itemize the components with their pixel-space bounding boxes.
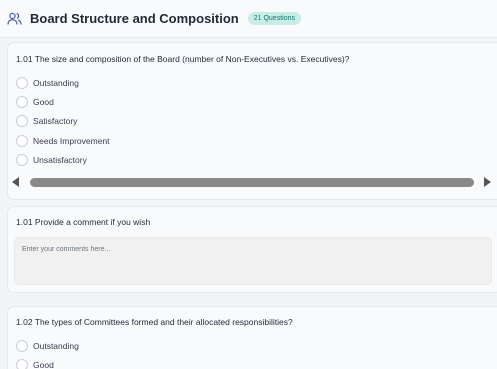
question-title: 1.02 The types of Committees formed and … bbox=[16, 317, 293, 327]
rating-option-outstanding[interactable]: Outstanding bbox=[16, 339, 79, 353]
comment-textarea[interactable]: Enter your comments here... bbox=[14, 237, 492, 285]
option-label: Needs Improvement bbox=[33, 136, 110, 146]
option-label: Outstanding bbox=[33, 78, 79, 88]
radio-button[interactable] bbox=[16, 340, 28, 352]
users-icon bbox=[7, 11, 23, 27]
scroll-right-arrow-icon[interactable] bbox=[484, 177, 491, 187]
option-label: Good bbox=[33, 97, 54, 107]
comment-card: 1.01 Provide a comment if you wish Enter… bbox=[7, 206, 497, 293]
section-header: Board Structure and Composition 21 Quest… bbox=[0, 0, 497, 38]
question-card: 1.01 The size and composition of the Boa… bbox=[7, 42, 497, 200]
question-count-badge: 21 Questions bbox=[247, 12, 301, 25]
radio-button[interactable] bbox=[16, 115, 28, 127]
option-label: Good bbox=[33, 360, 54, 369]
rating-option-good[interactable]: Good bbox=[16, 95, 54, 109]
rating-option-outstanding[interactable]: Outstanding bbox=[16, 76, 79, 90]
rating-option-unsatisfactory[interactable]: Unsatisfactory bbox=[16, 153, 87, 167]
rating-option-good[interactable]: Good bbox=[16, 358, 54, 369]
comment-title: 1.01 Provide a comment if you wish bbox=[16, 217, 151, 227]
radio-button[interactable] bbox=[16, 77, 28, 89]
radio-button[interactable] bbox=[16, 359, 28, 369]
radio-button[interactable] bbox=[16, 135, 28, 147]
option-label: Outstanding bbox=[33, 341, 79, 351]
question-title: 1.01 The size and composition of the Boa… bbox=[16, 54, 350, 64]
section-title: Board Structure and Composition bbox=[30, 11, 239, 26]
option-label: Satisfactory bbox=[33, 116, 78, 126]
horizontal-scrollbar-thumb[interactable] bbox=[30, 178, 474, 187]
option-label: Unsatisfactory bbox=[33, 155, 87, 165]
radio-button[interactable] bbox=[16, 96, 28, 108]
rating-option-satisfactory[interactable]: Satisfactory bbox=[16, 114, 77, 128]
scroll-left-arrow-icon[interactable] bbox=[12, 177, 19, 187]
rating-option-needs-improvement[interactable]: Needs Improvement bbox=[16, 134, 110, 148]
radio-button[interactable] bbox=[16, 154, 28, 166]
question-card: 1.02 The types of Committees formed and … bbox=[7, 306, 497, 369]
